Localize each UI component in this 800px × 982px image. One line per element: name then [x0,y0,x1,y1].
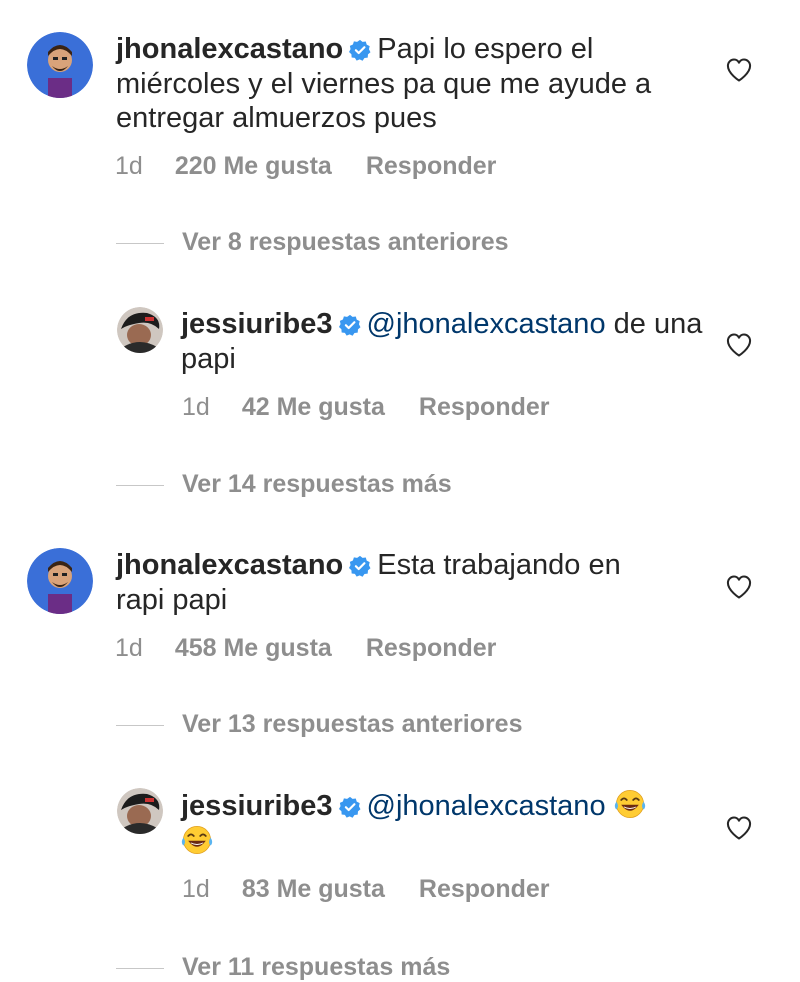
comment-text: jhonalexcastano Papi lo espero el miércol… [116,32,706,136]
verified-badge-icon [349,39,371,61]
mention-link[interactable]: @jhonalexcastano [367,308,606,340]
view-replies-label: Ver 14 respuestas más [182,470,452,498]
reply-button[interactable]: Responder [419,875,550,903]
comment-time: 1d [115,634,143,662]
reply-time: 1d [182,875,210,903]
thread-divider [116,724,164,726]
reply-button[interactable]: Responder [366,152,497,180]
comment-time: 1d [115,152,143,180]
reply-time: 1d [182,393,210,421]
laughing-tears-emoji-icon [614,788,646,820]
thread-divider [116,967,164,969]
reply-button[interactable]: Responder [366,634,497,662]
view-replies-label: Ver 11 respuestas más [182,953,451,981]
view-replies-toggle[interactable]: Ver 8 respuestas anteriores [116,227,509,257]
comment-meta: 1d 220 Me gusta Responder [115,151,496,181]
view-replies-toggle[interactable]: Ver 13 respuestas anteriores [116,709,522,739]
like-heart-icon[interactable] [724,573,754,601]
bitmoji-avatar-icon[interactable] [27,548,93,614]
comment-text: jhonalexcastano Esta trabajando en rapi p… [116,548,676,617]
thread-divider [116,242,164,244]
view-replies-label: Ver 13 respuestas anteriores [182,710,523,738]
thread-divider [116,484,164,486]
reply-text: jessiuribe3 @jhonalexcastano de una papi [181,307,706,376]
reply-meta: 1d 42 Me gusta Responder [182,392,550,422]
like-heart-icon[interactable] [724,56,754,84]
verified-badge-icon [339,314,361,336]
mention-link[interactable]: @jhonalexcastano [367,790,606,822]
view-more-replies-toggle[interactable]: Ver 11 respuestas más [116,952,450,982]
reply-button[interactable]: Responder [419,393,550,421]
profile-photo-avatar-icon[interactable] [117,307,163,353]
reply-username[interactable]: jessiuribe3 [181,790,333,822]
laughing-tears-emoji-icon [181,824,213,856]
reply-likes[interactable]: 83 Me gusta [242,875,385,903]
like-heart-icon[interactable] [724,331,754,359]
view-more-replies-toggle[interactable]: Ver 14 respuestas más [116,469,452,499]
view-replies-label: Ver 8 respuestas anteriores [182,228,509,256]
verified-badge-icon [349,555,371,577]
like-heart-icon[interactable] [724,814,754,842]
comment-username[interactable]: jhonalexcastano [116,33,343,65]
reply-meta: 1d 83 Me gusta Responder [182,874,550,904]
reply-text: jessiuribe3 @jhonalexcastano [181,788,681,859]
reply-username[interactable]: jessiuribe3 [181,308,333,340]
reply-likes[interactable]: 42 Me gusta [242,393,385,421]
comment-likes[interactable]: 220 Me gusta [175,152,332,180]
verified-badge-icon [339,796,361,818]
bitmoji-avatar-icon[interactable] [27,32,93,98]
comment-likes[interactable]: 458 Me gusta [175,634,332,662]
comment-meta: 1d 458 Me gusta Responder [115,633,496,663]
comment-username[interactable]: jhonalexcastano [116,549,343,581]
profile-photo-avatar-icon[interactable] [117,788,163,834]
